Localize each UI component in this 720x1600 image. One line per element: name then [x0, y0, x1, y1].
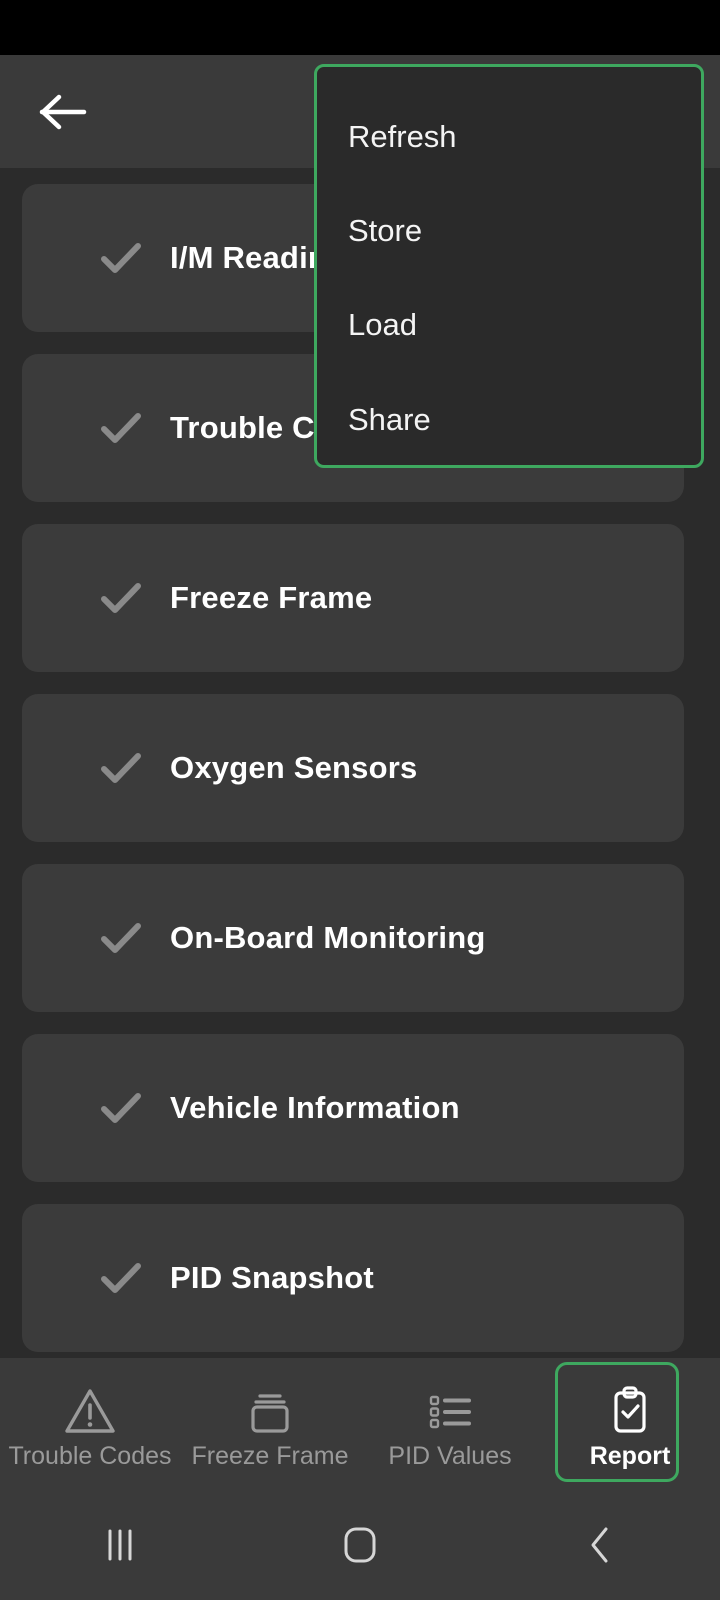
- menu-item-store[interactable]: Store: [348, 215, 422, 246]
- check-icon: [96, 743, 146, 793]
- nav-back-button[interactable]: [480, 1490, 720, 1600]
- list-icon: [423, 1384, 477, 1438]
- recents-bars-icon: [103, 1525, 137, 1565]
- list-item[interactable]: Vehicle Information: [22, 1034, 684, 1182]
- tab-label: PID Values: [388, 1441, 512, 1470]
- list-item-label: PID Snapshot: [170, 1260, 374, 1295]
- menu-item-share[interactable]: Share: [348, 404, 431, 435]
- check-icon: [96, 403, 146, 453]
- menu-item-refresh[interactable]: Refresh: [348, 121, 457, 152]
- app-root: I/M Readiness Trouble Codes Freeze Frame: [0, 0, 720, 1600]
- clipboard-check-icon: [603, 1384, 657, 1438]
- list-item-label: Oxygen Sensors: [170, 750, 418, 785]
- warning-triangle-icon: [63, 1384, 117, 1438]
- nav-recents-button[interactable]: [0, 1490, 240, 1600]
- home-square-icon: [340, 1524, 380, 1566]
- list-item[interactable]: Freeze Frame: [22, 524, 684, 672]
- check-icon: [96, 1253, 146, 1303]
- check-icon: [96, 573, 146, 623]
- list-item[interactable]: PID Snapshot: [22, 1204, 684, 1352]
- list-item[interactable]: On-Board Monitoring: [22, 864, 684, 1012]
- arrow-left-icon: [39, 91, 87, 133]
- tab-freeze-frame[interactable]: Freeze Frame: [180, 1358, 360, 1490]
- tab-label: Trouble Codes: [8, 1441, 172, 1470]
- tab-report[interactable]: Report: [540, 1358, 720, 1490]
- tab-label: Freeze Frame: [191, 1441, 349, 1470]
- bottom-tab-bar: Trouble Codes Freeze Frame PID Values Re…: [0, 1358, 720, 1490]
- check-icon: [96, 1083, 146, 1133]
- list-item[interactable]: Oxygen Sensors: [22, 694, 684, 842]
- back-button[interactable]: [32, 81, 94, 143]
- overflow-menu[interactable]: Refresh Store Load Share: [314, 64, 704, 468]
- status-bar: [0, 0, 720, 55]
- list-item-label: On-Board Monitoring: [170, 920, 486, 955]
- menu-item-load[interactable]: Load: [348, 309, 417, 340]
- check-icon: [96, 913, 146, 963]
- layers-icon: [243, 1384, 297, 1438]
- tab-label: Report: [589, 1441, 671, 1470]
- tab-pid-values[interactable]: PID Values: [360, 1358, 540, 1490]
- nav-home-button[interactable]: [240, 1490, 480, 1600]
- tab-trouble-codes[interactable]: Trouble Codes: [0, 1358, 180, 1490]
- check-icon: [96, 233, 146, 283]
- chevron-left-icon: [586, 1524, 614, 1566]
- list-item-label: Freeze Frame: [170, 580, 373, 615]
- system-nav-bar: [0, 1490, 720, 1600]
- list-item-label: Vehicle Information: [170, 1090, 460, 1125]
